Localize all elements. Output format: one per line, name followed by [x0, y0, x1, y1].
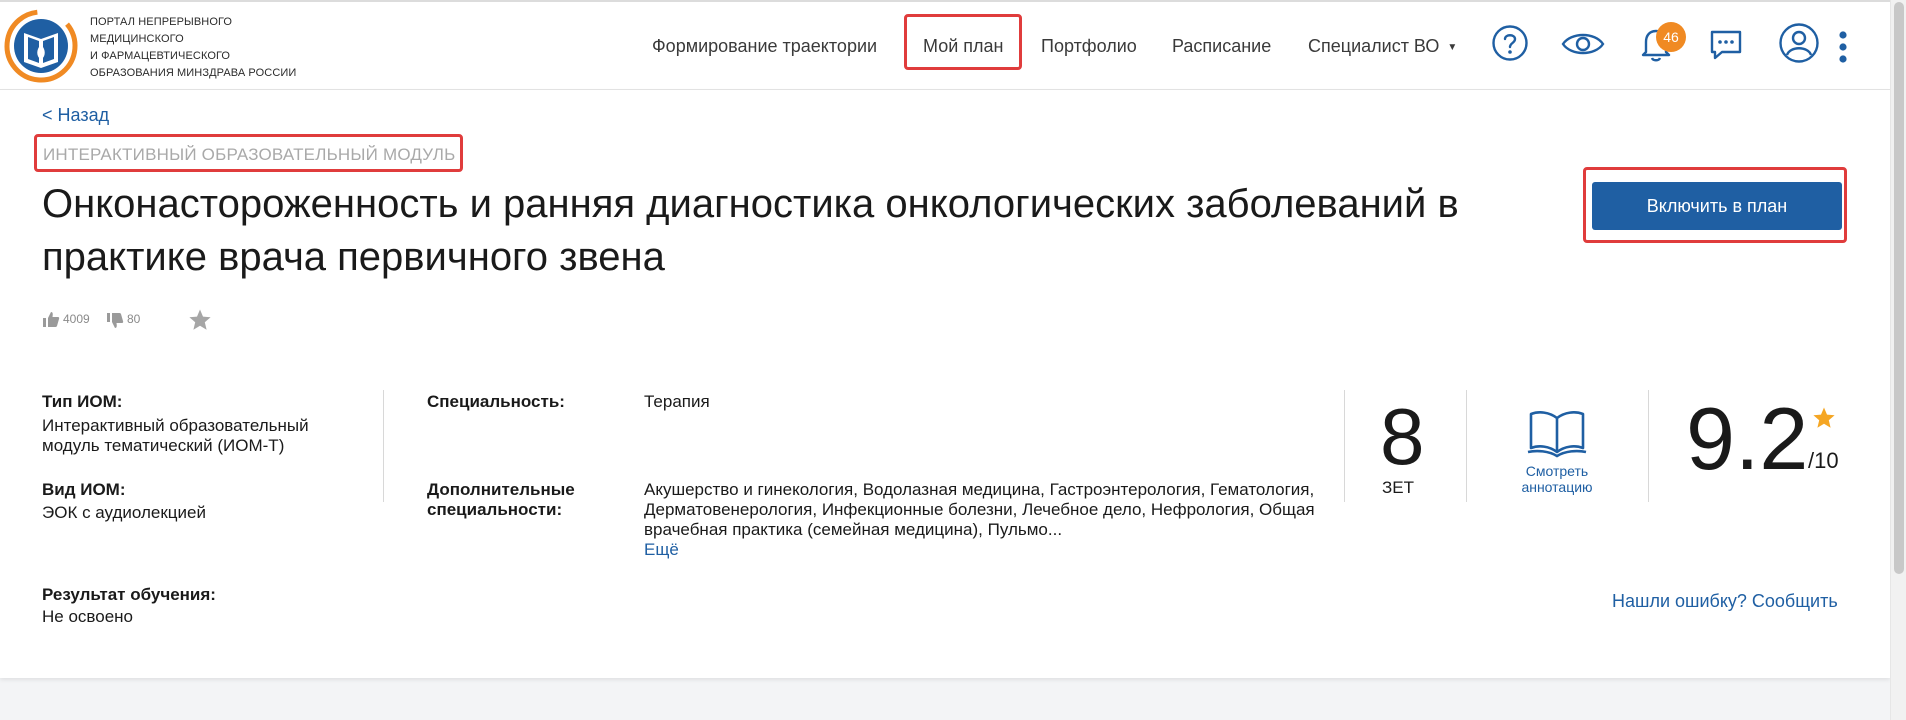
- eye-icon[interactable]: [1561, 30, 1605, 58]
- help-icon[interactable]: [1491, 24, 1529, 62]
- specialty-label: Специальность:: [427, 392, 565, 411]
- rating-star-icon: [1813, 407, 1835, 428]
- portal-name-line: Портал непрерывного: [90, 16, 233, 28]
- nav-specialist-dropdown[interactable]: Специалист ВО ▼: [1308, 36, 1457, 57]
- view-annotation-link[interactable]: Смотреть аннотацию: [1515, 463, 1599, 495]
- portal-logo[interactable]: [2, 6, 80, 86]
- iom-type-value: Интерактивный образовательный модуль тем…: [42, 416, 309, 455]
- portal-name: Портал непрерывного медицинского и фарма…: [90, 14, 296, 82]
- user-avatar-icon[interactable]: [1778, 22, 1820, 64]
- highlight-module-type: [34, 134, 463, 172]
- thumbs-down-icon[interactable]: [106, 312, 124, 330]
- divider: [1344, 390, 1345, 502]
- page-scrollbar[interactable]: [1890, 0, 1906, 720]
- page-title: Онконастороженность и ранняя диагностика…: [42, 182, 1459, 279]
- divider: [383, 390, 384, 502]
- nav-portfolio[interactable]: Портфолио: [1041, 36, 1137, 57]
- divider: [1648, 390, 1649, 502]
- rating-value: 9.2: [1686, 389, 1809, 488]
- open-book-icon[interactable]: [1527, 408, 1587, 460]
- highlight-my-plan: [904, 14, 1022, 70]
- rating-max: /10: [1808, 448, 1839, 473]
- zet-value: 8: [1380, 392, 1425, 481]
- site-header: Портал непрерывного медицинского и фарма…: [0, 2, 1890, 90]
- back-link[interactable]: < Назад: [42, 105, 109, 126]
- zet-label: ЗЕТ: [1382, 478, 1414, 497]
- portal-name-line: медицинского: [90, 33, 184, 45]
- dislikes-count: 80: [127, 312, 141, 326]
- scrollbar-thumb[interactable]: [1894, 2, 1904, 574]
- highlight-include-button: [1583, 167, 1847, 243]
- chat-icon[interactable]: [1708, 28, 1744, 62]
- iom-kind-label: Вид ИОМ:: [42, 480, 126, 499]
- result-value: Не освоено: [42, 607, 134, 626]
- result-label: Результат обучения:: [42, 585, 216, 604]
- iom-kind-value: ЭОК с аудиолекцией: [42, 503, 206, 522]
- iom-type-label: Тип ИОМ:: [42, 392, 123, 411]
- portal-name-line: и фармацевтического: [90, 50, 231, 62]
- extra-specialties-label: Дополнительные специальности:: [427, 480, 575, 519]
- caret-down-icon: ▼: [1447, 41, 1458, 53]
- portal-name-line: образования Минздрава России: [90, 67, 297, 79]
- specialty-value: Терапия: [644, 392, 710, 411]
- thumbs-up-icon[interactable]: [42, 310, 60, 328]
- extra-specialties-value: Акушерство и гинекология, Водолазная мед…: [644, 480, 1315, 539]
- divider: [1466, 390, 1467, 502]
- nav-schedule[interactable]: Расписание: [1172, 36, 1271, 57]
- nav-specialist-label: Специалист ВО: [1308, 36, 1440, 56]
- notifications-badge: 46: [1656, 22, 1686, 52]
- show-more-link[interactable]: Ещё: [644, 540, 679, 560]
- more-vertical-icon[interactable]: [1838, 30, 1848, 64]
- nav-trajectory[interactable]: Формирование траектории: [652, 36, 877, 57]
- favorite-star-icon[interactable]: [188, 308, 212, 332]
- likes-count: 4009: [63, 312, 90, 326]
- report-error-link[interactable]: Нашли ошибку? Сообщить: [1612, 591, 1838, 612]
